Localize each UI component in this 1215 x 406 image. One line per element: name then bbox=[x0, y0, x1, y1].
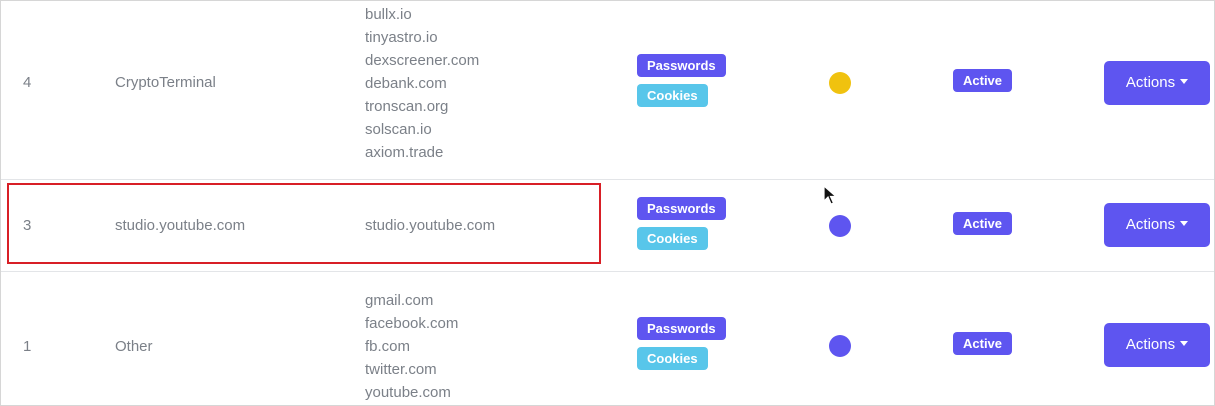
domain-list: studio.youtube.com bbox=[365, 214, 495, 237]
passwords-badge: Passwords bbox=[637, 317, 726, 340]
table-row: 1 Other gmail.com facebook.com fb.com tw… bbox=[1, 272, 1214, 405]
row-name: Other bbox=[115, 338, 153, 355]
row-name: CryptoTerminal bbox=[115, 74, 216, 91]
status-dot bbox=[829, 215, 851, 237]
domain-list: bullx.io tinyastro.io dexscreener.com de… bbox=[365, 3, 479, 164]
status-dot bbox=[829, 335, 851, 357]
status-badge: Active bbox=[953, 212, 1013, 235]
status-badge: Active bbox=[953, 69, 1013, 92]
caret-down-icon bbox=[1180, 221, 1189, 226]
data-table: 4 CryptoTerminal bullx.io tinyastro.io d… bbox=[0, 0, 1215, 406]
domain-item: dexscreener.com bbox=[365, 52, 480, 69]
domain-list: gmail.com facebook.com fb.com twitter.co… bbox=[365, 289, 458, 404]
row-id: 4 bbox=[23, 74, 32, 91]
mouse-pointer-icon bbox=[823, 185, 838, 205]
domain-item: twitter.com bbox=[365, 361, 437, 378]
actions-dropdown-button[interactable]: Actions bbox=[1104, 61, 1210, 105]
caret-down-icon bbox=[1180, 341, 1189, 346]
domain-item: youtube.com bbox=[365, 384, 451, 401]
cookies-badge: Cookies bbox=[637, 84, 708, 107]
data-type-badges: Passwords Cookies bbox=[637, 197, 726, 250]
domain-item: tinyastro.io bbox=[365, 29, 438, 46]
domain-item: solscan.io bbox=[365, 121, 432, 138]
domain-item: facebook.com bbox=[365, 315, 459, 332]
domain-item: gmail.com bbox=[365, 292, 434, 309]
status-dot bbox=[829, 72, 851, 94]
actions-dropdown-button[interactable]: Actions bbox=[1104, 323, 1210, 367]
domain-item: fb.com bbox=[365, 338, 411, 355]
row-id: 3 bbox=[23, 217, 32, 234]
passwords-badge: Passwords bbox=[637, 197, 726, 220]
actions-label: Actions bbox=[1125, 336, 1176, 353]
data-type-badges: Passwords Cookies bbox=[637, 317, 726, 370]
caret-down-icon bbox=[1180, 79, 1189, 84]
domain-item: axiom.trade bbox=[365, 144, 444, 161]
actions-label: Actions bbox=[1125, 74, 1176, 91]
data-type-badges: Passwords Cookies bbox=[637, 54, 726, 107]
table-row: 4 CryptoTerminal bullx.io tinyastro.io d… bbox=[1, 1, 1214, 180]
table-row: 3 studio.youtube.com studio.youtube.com … bbox=[1, 180, 1214, 272]
domain-item: debank.com bbox=[365, 75, 447, 92]
row-name: studio.youtube.com bbox=[115, 217, 246, 234]
row-id: 1 bbox=[23, 338, 32, 355]
actions-dropdown-button[interactable]: Actions bbox=[1104, 203, 1210, 247]
passwords-badge: Passwords bbox=[637, 54, 726, 77]
domain-item: tronscan.org bbox=[365, 98, 449, 115]
domain-item: studio.youtube.com bbox=[365, 217, 496, 234]
cookies-badge: Cookies bbox=[637, 347, 708, 370]
domain-item: bullx.io bbox=[365, 6, 412, 23]
status-badge: Active bbox=[953, 332, 1013, 355]
cookies-badge: Cookies bbox=[637, 227, 708, 250]
actions-label: Actions bbox=[1125, 216, 1176, 233]
